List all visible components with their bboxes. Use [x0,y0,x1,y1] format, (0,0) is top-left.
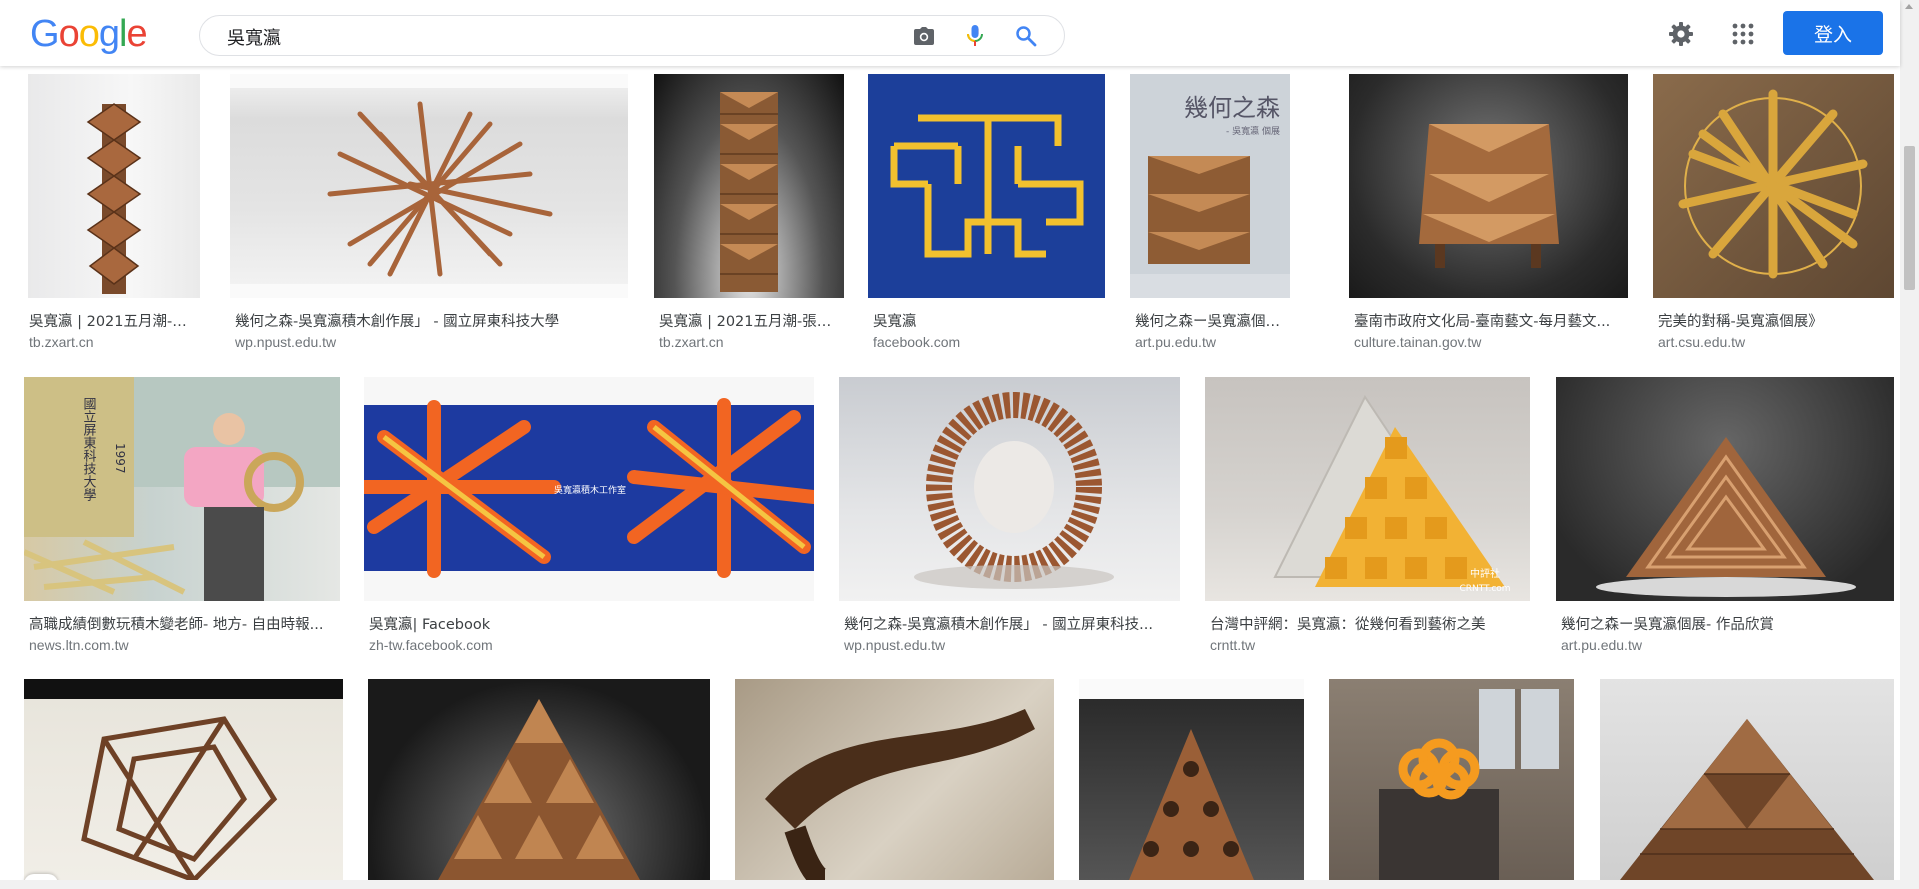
result-caption[interactable]: 臺南市政府文化局-臺南藝文-每月藝文... [1354,310,1629,331]
top-bar: Google 登入 [0,0,1900,66]
image-result[interactable]: 國立屏東科技大學 1997 高職成績倒數玩積木變老師- 地方- 自由時報... … [24,377,340,657]
result-thumbnail[interactable]: 中評社 CRNTT.com [1205,377,1530,601]
google-logo[interactable]: Google [30,13,148,55]
result-thumbnail[interactable]: 幾何之森 - 吳寬瀛 個展 [1130,74,1290,298]
image-result[interactable]: 幾何之森-吳寬瀛積木創作展」 - 國立屏東科技大學 wp.npust.edu.t… [230,74,630,354]
result-source: culture.tainan.gov.tw [1354,334,1482,350]
logo-letter: l [118,13,128,55]
image-result[interactable]: 吳寬瀛 | 2021五月潮-張雄... tb.zxart.cn [654,74,844,354]
scroll-up-arrow-icon[interactable] [1905,4,1913,9]
result-source: facebook.com [873,334,961,350]
crntt-mark: 中評社 [1470,567,1500,580]
result-caption[interactable]: 完美的對稱-吳寬瀛個展》 [1658,310,1893,331]
image-result[interactable]: 幾何之森ー吳寬瀛個展- 作品欣賞 art.pu.edu.tw [1556,377,1896,657]
image-result[interactable]: 完美的對稱-吳寬瀛個展》 art.csu.edu.tw [1653,74,1895,354]
result-thumbnail[interactable] [28,74,200,298]
image-result[interactable]: 幾何之森-吳寬瀛積木創作展」 - 國立屏東科技... wp.npust.edu.… [839,377,1181,657]
result-caption[interactable]: 幾何之森ー吳寬瀛個展- 作品欣賞 [1561,613,1896,634]
result-thumbnail[interactable]: 吳寬瀛積木工作室 [364,377,814,601]
result-source: news.ltn.com.tw [29,637,129,653]
logo-letter: G [30,13,60,55]
image-result[interactable] [1329,679,1575,880]
result-thumbnail[interactable] [839,377,1180,601]
result-thumbnail[interactable] [1329,679,1574,880]
result-caption[interactable]: 幾何之森ー吳寬瀛個展- 靜... [1135,310,1290,331]
result-caption[interactable]: 台灣中評網：吳寬瀛：從幾何看到藝術之美 [1210,613,1530,634]
image-result[interactable] [1079,679,1305,880]
image-result[interactable] [1600,679,1895,880]
image-result[interactable]: 臺南市政府文化局-臺南藝文-每月藝文... culture.tainan.gov… [1349,74,1629,354]
apps-grid-icon[interactable] [1727,18,1759,50]
search-input[interactable] [225,25,869,49]
logo-letter: e [126,13,147,55]
result-source: tb.zxart.cn [29,334,94,350]
result-caption[interactable]: 幾何之森-吳寬瀛積木創作展」 - 國立屏東科技... [844,613,1179,634]
result-source: art.pu.edu.tw [1135,334,1216,350]
result-source: art.csu.edu.tw [1658,334,1746,350]
image-result[interactable] [24,679,344,880]
poster-title: 幾何之森 [1184,94,1280,122]
vertical-scrollbar[interactable] [1900,0,1919,889]
result-caption[interactable]: 吳寬瀛| Facebook [369,613,809,634]
image-result[interactable]: 中評社 CRNTT.com 台灣中評網：吳寬瀛：從幾何看到藝術之美 crntt.… [1205,377,1531,657]
image-result[interactable]: 幾何之森 - 吳寬瀛 個展 幾何之森ー吳寬瀛個展- 靜... art.pu.ed… [1130,74,1290,354]
result-source: zh-tw.facebook.com [369,637,493,653]
microphone-icon[interactable] [963,24,987,48]
result-source: wp.npust.edu.tw [844,637,946,653]
result-thumbnail[interactable] [735,679,1054,880]
result-caption[interactable]: 吳寬瀛 [873,310,1103,331]
result-thumbnail[interactable] [1349,74,1628,298]
result-caption[interactable]: 吳寬瀛 | 2021五月潮-張... [29,310,199,331]
image-result[interactable]: 吳寬瀛積木工作室 吳寬瀛| Facebook zh-tw.facebook.co… [364,377,814,657]
result-thumbnail[interactable] [368,679,710,880]
image-result[interactable]: 吳寬瀛 facebook.com [868,74,1106,354]
scroll-thumb[interactable] [1904,146,1915,290]
poster-subtitle: - 吳寬瀛 個展 [1226,125,1280,137]
ltn-sign-text: 國立屏東科技大學 [81,397,97,501]
result-caption[interactable]: 幾何之森-吳寬瀛積木創作展」 - 國立屏東科技大學 [235,310,630,331]
image-result[interactable]: 吳寬瀛 | 2021五月潮-張... tb.zxart.cn [24,74,204,354]
logo-letter: o [78,13,100,55]
result-thumbnail[interactable] [868,74,1105,298]
result-thumbnail[interactable] [1556,377,1894,601]
result-thumbnail[interactable] [1653,74,1894,298]
result-caption[interactable]: 吳寬瀛 | 2021五月潮-張雄... [659,310,844,331]
result-thumbnail[interactable]: 國立屏東科技大學 1997 [24,377,340,601]
result-thumbnail[interactable] [230,74,628,298]
camera-icon[interactable] [912,24,936,48]
result-source: crntt.tw [1210,637,1256,653]
result-thumbnail[interactable] [1079,679,1304,880]
horizontal-scrollbar[interactable] [0,880,1900,889]
crntt-url: CRNTT.com [1459,584,1510,594]
fb-banner-text: 吳寬瀛積木工作室 [554,484,626,496]
result-source: tb.zxart.cn [659,334,724,350]
result-thumbnail[interactable] [654,74,844,298]
logo-letter: o [58,13,80,55]
result-thumbnail[interactable] [1600,679,1894,880]
image-result[interactable] [368,679,710,880]
result-caption[interactable]: 高職成績倒數玩積木變老師- 地方- 自由時報... [29,613,339,634]
sign-in-button[interactable]: 登入 [1783,11,1883,55]
result-source: art.pu.edu.tw [1561,637,1642,653]
search-box [199,15,1065,56]
result-thumbnail[interactable] [24,679,343,880]
logo-letter: g [98,13,120,55]
image-result[interactable] [735,679,1055,880]
result-source: wp.npust.edu.tw [235,334,337,350]
settings-gear-icon[interactable] [1665,18,1697,50]
search-icon[interactable] [1014,24,1038,48]
ltn-sign-year: 1997 [113,443,127,474]
